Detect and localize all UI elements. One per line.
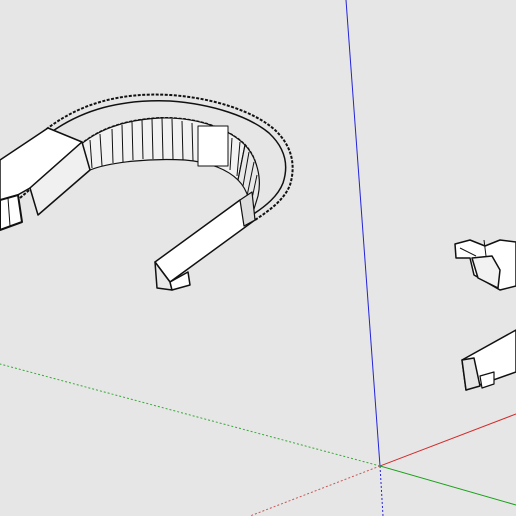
- inner-wall-panel: [197, 125, 229, 167]
- right-arm-top: [154, 199, 256, 283]
- blue-axis-dotted: [379, 465, 384, 516]
- blue-axis: [345, 0, 381, 467]
- green-axis: [379, 465, 516, 506]
- axes: [0, 0, 516, 516]
- red-axis: [379, 413, 516, 467]
- right-partial-model[interactable]: [454, 239, 516, 391]
- 3d-viewport[interactable]: [0, 0, 516, 516]
- 3d-scene[interactable]: [0, 0, 516, 516]
- u-shaped-conveyor-model[interactable]: [0, 93, 294, 291]
- red-axis-dotted: [249, 465, 381, 516]
- left-arm-end: [0, 194, 23, 231]
- green-axis-dotted: [0, 363, 381, 467]
